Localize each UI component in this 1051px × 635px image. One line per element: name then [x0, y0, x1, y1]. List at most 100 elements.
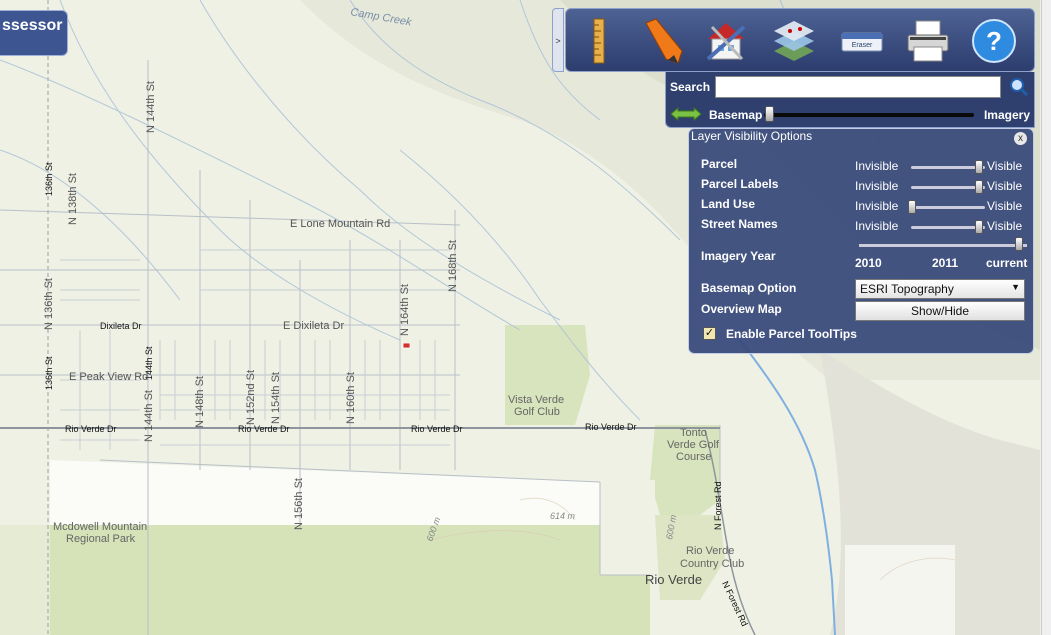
- toolbar: Eraser ?: [565, 8, 1035, 72]
- label-n154: N 154th St: [270, 372, 282, 424]
- label-rio-verde-dr-2: Rio Verde Dr: [238, 424, 290, 434]
- chevron-down-icon: ▼: [1011, 282, 1020, 292]
- label-n164: N 164th St: [399, 284, 411, 336]
- basemap-imagery-slider-thumb[interactable]: [765, 106, 774, 122]
- label-verde-golf: Verde Golf: [667, 439, 720, 451]
- app-title-banner: ssessor: [0, 10, 68, 56]
- label-tonto: Tonto: [680, 427, 707, 439]
- pencil-icon: [645, 18, 683, 64]
- house-tools-icon: [706, 23, 746, 61]
- parcel-visibility-slider[interactable]: [911, 166, 985, 169]
- parcel-invisible-label: Invisible: [855, 159, 899, 173]
- basemap-option-label: Basemap Option: [701, 281, 797, 295]
- land-use-invisible-label: Invisible: [855, 199, 899, 213]
- parcel-slider-thumb[interactable]: [975, 160, 983, 174]
- identify-tool-button[interactable]: [698, 13, 754, 69]
- layer-label-parcel: Parcel: [701, 157, 738, 171]
- label-regional-park: Regional Park: [66, 533, 136, 545]
- imagery-year-tick-current: current: [986, 256, 1028, 270]
- label-rio-verde-town: Rio Verde: [645, 572, 702, 587]
- imagery-year-slider-thumb[interactable]: [1015, 237, 1023, 251]
- label-n-forest-rd: N Forest Rd: [713, 481, 723, 530]
- label-vista-verde: Vista Verde: [508, 394, 564, 406]
- layer-label-parcel-labels: Parcel Labels: [701, 177, 779, 191]
- parcel-labels-slider-thumb[interactable]: [975, 180, 983, 194]
- parcel-labels-visible-label: Visible: [987, 179, 1023, 193]
- app-title: ssessor: [2, 17, 63, 34]
- layer-label-land-use: Land Use: [701, 197, 756, 211]
- basemap-label: Basemap: [709, 108, 763, 122]
- label-n138: N 138th St: [67, 173, 79, 225]
- label-rio-verde-cc: Rio Verde: [686, 545, 734, 557]
- basemap-imagery-slider-track[interactable]: [764, 113, 974, 117]
- search-input[interactable]: [715, 76, 1001, 98]
- label-n144: N 144th St: [145, 81, 157, 133]
- help-icon: ?: [972, 19, 1016, 63]
- eraser-label: Eraser: [852, 42, 873, 49]
- label-rio-verde-dr-1: Rio Verde Dr: [65, 424, 117, 434]
- label-136-b: 136th St: [44, 356, 54, 390]
- label-peak-view: E Peak View Rd: [69, 371, 148, 383]
- layer-label-street-names: Street Names: [701, 217, 778, 231]
- draw-tool-button[interactable]: [634, 13, 690, 69]
- imagery-label: Imagery: [983, 108, 1030, 122]
- imagery-year-label: Imagery Year: [701, 249, 776, 263]
- help-tool-button[interactable]: ?: [966, 13, 1022, 69]
- label-n160: N 160th St: [345, 372, 357, 424]
- street-names-slider-thumb[interactable]: [975, 220, 983, 234]
- label-n148: N 148th St: [194, 376, 206, 428]
- label-n168: N 168th St: [447, 240, 459, 292]
- toolbar-toggle-tab[interactable]: >: [552, 8, 564, 72]
- basemap-option-value: ESRI Topography: [860, 282, 954, 296]
- label-n136: N 136th St: [43, 278, 55, 330]
- label-golf-club: Golf Club: [514, 406, 560, 418]
- search-bar: Search Basemap Imagery: [665, 72, 1035, 128]
- parcel-tooltips-label: Enable Parcel ToolTips: [726, 327, 857, 341]
- label-course: Course: [676, 451, 711, 463]
- parcel-tooltips-checkbox[interactable]: ✓: [703, 327, 716, 340]
- search-label: Search: [670, 80, 711, 94]
- land-use-visibility-slider[interactable]: [911, 206, 985, 209]
- land-use-slider-thumb[interactable]: [908, 200, 916, 214]
- printer-icon: [907, 20, 949, 62]
- search-icon[interactable]: [1008, 76, 1030, 98]
- label-lone-mountain: E Lone Mountain Rd: [290, 218, 390, 230]
- label-n152: N 152nd St: [245, 370, 257, 425]
- double-arrow-icon[interactable]: [670, 107, 702, 121]
- show-hide-button[interactable]: Show/Hide: [855, 301, 1025, 321]
- street-names-visible-label: Visible: [987, 219, 1023, 233]
- label-mcdowell: Mcdowell Mountain: [53, 521, 147, 533]
- eraser-tool-button[interactable]: Eraser: [834, 13, 890, 69]
- overview-map-label: Overview Map: [701, 302, 782, 316]
- label-136-a: 136th St: [44, 162, 54, 196]
- print-tool-button[interactable]: [900, 13, 956, 69]
- street-names-visibility-slider[interactable]: [911, 226, 985, 229]
- land-use-visible-label: Visible: [987, 199, 1023, 213]
- measure-tool-button[interactable]: [570, 13, 626, 69]
- label-rio-verde-dr-3: Rio Verde Dr: [411, 424, 463, 434]
- label-n156: N 156th St: [293, 478, 305, 530]
- label-country-club: Country Club: [680, 558, 744, 570]
- imagery-year-tick-2011: 2011: [932, 256, 959, 270]
- eraser-icon: Eraser: [841, 32, 883, 52]
- ruler-icon: [593, 18, 605, 64]
- label-elev-614: 614 m: [550, 511, 576, 521]
- imagery-year-tick-2010: 2010: [855, 256, 882, 270]
- page-scrollbar[interactable]: [1041, 0, 1051, 635]
- close-icon[interactable]: x: [1014, 132, 1027, 145]
- label-dixileta-e: E Dixileta Dr: [283, 320, 344, 332]
- street-names-invisible-label: Invisible: [855, 219, 899, 233]
- label-rio-verde-dr-4: Rio Verde Dr: [585, 422, 637, 432]
- layers-icon: [774, 21, 814, 61]
- basemap-option-select[interactable]: ESRI Topography ▼: [855, 279, 1025, 299]
- label-dixileta-w: Dixileta Dr: [100, 321, 142, 331]
- parcel-labels-invisible-label: Invisible: [855, 179, 899, 193]
- layers-panel-title: Layer Visibility Options: [691, 129, 813, 143]
- parcel-visible-label: Visible: [987, 159, 1023, 173]
- layers-tool-button[interactable]: [766, 13, 822, 69]
- parcel-labels-visibility-slider[interactable]: [911, 186, 985, 189]
- label-n144-c: N 144th St: [143, 390, 155, 442]
- imagery-year-slider[interactable]: [859, 244, 1027, 247]
- layer-visibility-panel: Layer Visibility Options x Parcel Invisi…: [688, 128, 1034, 354]
- help-label: ?: [986, 26, 1002, 56]
